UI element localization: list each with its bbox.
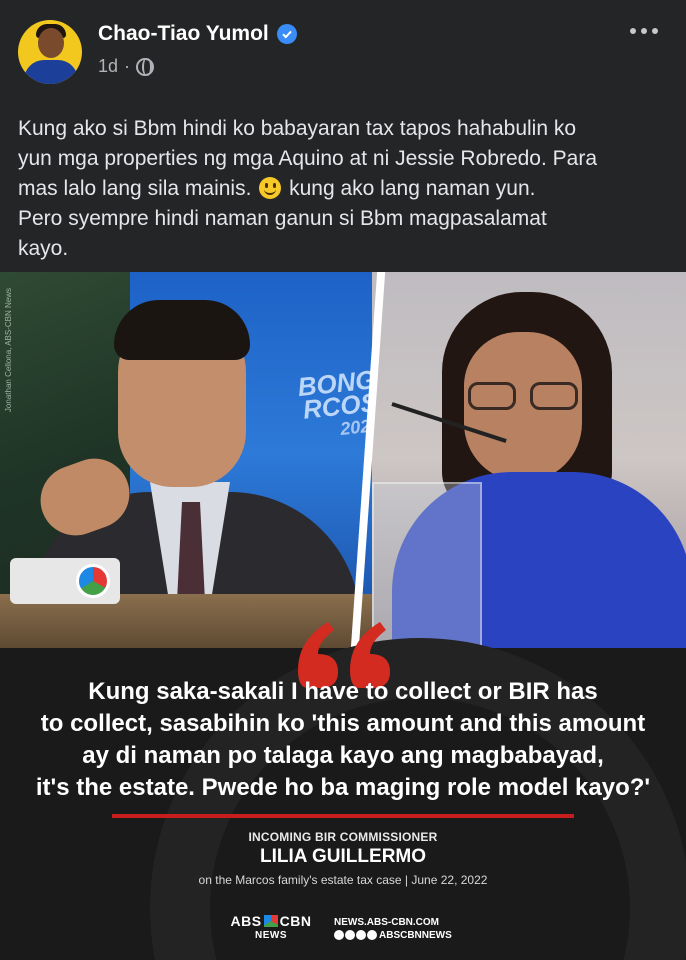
post-text: Kung ako si Bbm hindi ko babayaran tax t…: [18, 114, 668, 264]
post-text-line: kayo.: [18, 237, 69, 260]
red-divider: [112, 814, 574, 818]
photo-credit: Jonathan Cellona, ABS-CBN News: [4, 288, 13, 413]
website-url: NEWS.ABS-CBN.COM: [334, 917, 439, 928]
banner-text: BONG RCOS 2022: [296, 364, 372, 445]
post-text-line: yun mga properties ng mga Aquino at ni J…: [18, 147, 598, 170]
smiling-face-emoji-icon: [259, 177, 282, 199]
quote-context: on the Marcos family's estate tax case |…: [198, 873, 488, 887]
quote-line: Kung saka-sakali I have to collect or BI…: [88, 678, 598, 705]
post-text-line: Pero syempre hindi naman ganun si Bbm ma…: [18, 207, 547, 230]
photo-left: BONG RCOS 2022 Jonathan Cellona, ABS-CBN…: [0, 272, 372, 648]
quote-line: to collect, sasabihin ko 'this amount an…: [40, 710, 646, 737]
man-hair: [114, 300, 250, 360]
abs-cbn-logo: ABS CBN NEWS: [216, 913, 326, 941]
meta-separator: ·: [124, 56, 131, 76]
post-header: Chao-Tiao Yumol 1d ·: [0, 0, 686, 100]
post-text-line: mas lalo lang sila mainis. kung ako lang…: [18, 174, 668, 204]
post-text-segment: kung ako lang naman yun.: [283, 177, 536, 200]
post-timestamp[interactable]: 1d: [98, 56, 118, 77]
social-handle: ABSCBNNEWS: [379, 930, 452, 941]
verified-badge-icon: [276, 24, 297, 44]
photo-right: [372, 272, 686, 648]
more-options-icon: [630, 28, 636, 34]
woman-glasses: [468, 382, 578, 412]
author-avatar[interactable]: [18, 20, 82, 84]
more-options-button[interactable]: [630, 28, 658, 34]
post-text-segment: mas lalo lang sila mainis.: [18, 177, 252, 200]
author-row: Chao-Tiao Yumol: [98, 22, 297, 46]
quote-text: Kung saka-sakali I have to collect or BI…: [10, 676, 676, 804]
speaker-role: INCOMING BIR COMMISSIONER: [248, 830, 438, 844]
abs-cbn-mark-icon: [263, 915, 278, 927]
globe-icon[interactable]: [136, 57, 155, 76]
logo-text-left: ABS: [230, 913, 262, 929]
network-logo-icon: [76, 564, 110, 598]
quote-card: Kung saka-sakali I have to collect or BI…: [0, 622, 686, 960]
logo-subtext: NEWS: [255, 930, 287, 941]
quote-line: ay di naman po talaga kayo ang magbabaya…: [82, 742, 604, 769]
speaker-name: LILIA GUILLERMO: [259, 846, 427, 867]
post-meta: 1d ·: [98, 56, 155, 77]
post-text-line: Kung ako si Bbm hindi ko babayaran tax t…: [18, 117, 577, 140]
author-name[interactable]: Chao-Tiao Yumol: [98, 22, 269, 46]
logo-text-right: CBN: [279, 913, 312, 929]
social-block: NEWS.ABS-CBN.COM ABSCBNNEWS: [334, 916, 452, 942]
social-media-icons: [334, 930, 377, 940]
post-image[interactable]: BONG RCOS 2022 Jonathan Cellona, ABS-CBN…: [0, 272, 686, 960]
quote-line: it's the estate. Pwede ho ba maging role…: [35, 774, 651, 801]
